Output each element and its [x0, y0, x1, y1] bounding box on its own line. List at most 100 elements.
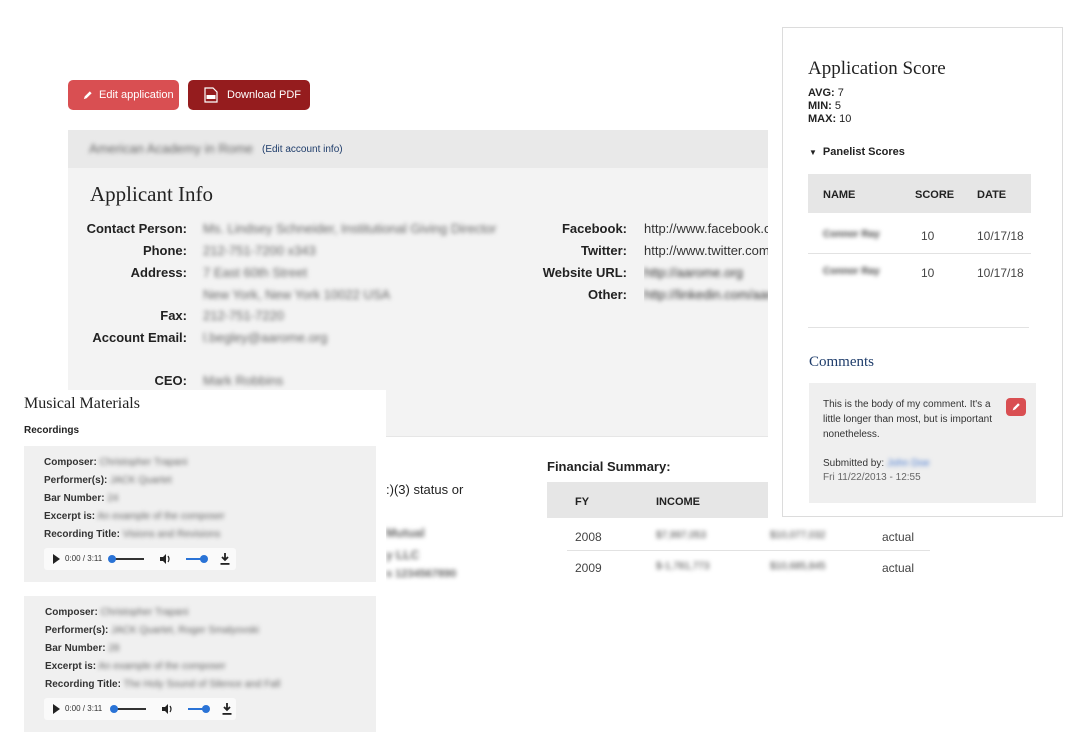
edit-application-button[interactable]: Edit application: [68, 80, 179, 110]
other-label: Other:: [588, 287, 627, 302]
ceo-label: CEO:: [154, 373, 188, 388]
submitted-by-label: Submitted by:: [823, 458, 885, 469]
website-link[interactable]: http://aarome.org: [644, 265, 743, 280]
score-header: SCORE: [915, 189, 955, 201]
account-email-label: Account Email:: [92, 330, 187, 345]
excerpt-row: Excerpt is: An example of the composer: [44, 511, 225, 522]
comment-date: Fri 11/22/2013 - 12:55: [823, 472, 921, 483]
fax-label: Fax:: [160, 308, 187, 323]
comments-title: Comments: [809, 354, 875, 370]
status-cell: actual: [882, 530, 915, 544]
bar-number-row: Bar Number: 28: [45, 643, 120, 654]
caret-down-icon: ▼: [809, 148, 817, 157]
audio-time: 0:00 / 3:11: [65, 704, 103, 713]
contact-person-value: Ms. Lindsey Schneider, Institutional Giv…: [203, 221, 497, 236]
excerpt-row: Excerpt is: An example of the composer: [45, 661, 226, 672]
recording-title-row: Recording Title: Visions and Revisions: [44, 529, 221, 540]
row-divider: [808, 253, 1031, 254]
status-cell: actual: [882, 561, 915, 575]
partial-line-3: s 1234567890: [386, 568, 457, 580]
submitted-by-line: Submitted by: John Doe: [823, 458, 930, 469]
min-stat: MIN: 5: [808, 100, 842, 112]
name-header: NAME: [823, 189, 856, 201]
links-column: http://www.facebook.com/aarome http://ww…: [644, 216, 768, 306]
address-line2-value: New York, New York 10022 USA: [203, 287, 391, 302]
download-icon[interactable]: [221, 702, 233, 716]
status-text: :)(3) status or: [386, 482, 464, 497]
volume-icon[interactable]: [160, 702, 174, 716]
composer-row: Composer: Christopher Trapani: [44, 457, 188, 468]
volume-knob[interactable]: [200, 555, 208, 563]
bar-number-row: Bar Number: 24: [44, 493, 119, 504]
download-pdf-button[interactable]: Download PDF: [188, 80, 310, 110]
recordings-heading: Recordings: [24, 425, 80, 436]
volume-knob[interactable]: [202, 705, 210, 713]
facebook-link[interactable]: http://www.facebook.com/aarome: [644, 221, 768, 236]
partial-line-1: Mutual: [386, 526, 425, 540]
panelist-score: 10: [921, 229, 935, 243]
address-line1-value: 7 East 60th Street: [203, 265, 308, 280]
volume-icon[interactable]: [158, 552, 172, 566]
expense-cell: $10,685,845: [770, 561, 826, 572]
audio-player: 0:00 / 3:11: [44, 698, 236, 720]
max-stat: MAX: 10: [808, 113, 852, 125]
seek-knob[interactable]: [110, 705, 118, 713]
audio-player: 0:00 / 3:11: [44, 548, 236, 570]
edit-comment-button[interactable]: [1006, 398, 1026, 416]
website-label: Website URL:: [542, 265, 627, 280]
pdf-file-icon: [204, 87, 218, 103]
composer-row: Composer: Christopher Trapani: [45, 607, 189, 618]
applicant-info-title: Applicant Info: [90, 182, 214, 206]
panelist-scores-toggle[interactable]: ▼ Panelist Scores: [809, 146, 905, 158]
date-header: DATE: [977, 189, 1007, 201]
partial-line-2: y LLC: [386, 548, 420, 562]
financial-summary-title: Financial Summary:: [547, 459, 671, 474]
section-divider: [808, 327, 1029, 328]
panelist-name: Connor Ray: [823, 229, 880, 240]
edit-application-label: Edit application: [99, 89, 174, 101]
expense-cell: $10,077,032: [770, 530, 826, 541]
panelist-date: 10/17/18: [977, 266, 1024, 280]
section-divider: [386, 436, 768, 437]
facebook-label: Facebook:: [561, 221, 627, 236]
avg-stat: AVG: 7: [808, 87, 844, 99]
income-cell: $-1,781,773: [656, 561, 710, 572]
panelist-score: 10: [921, 266, 935, 280]
pencil-icon: [83, 90, 92, 99]
twitter-label: Twitter:: [581, 243, 627, 258]
application-score-title: Application Score: [808, 58, 946, 79]
audio-time: 0:00 / 3:11: [65, 554, 103, 563]
performers-row: Performer(s): JACK Quartet, Roger Smalyo…: [45, 625, 259, 636]
fy-header: FY: [575, 496, 590, 508]
account-email-value: l.begley@aarome.org: [203, 330, 328, 345]
income-cell: $7,997,053: [656, 530, 707, 541]
seek-knob[interactable]: [108, 555, 116, 563]
comment-body: This is the body of my comment. It's a l…: [823, 399, 992, 440]
panelist-date: 10/17/18: [977, 229, 1024, 243]
submitted-by-user[interactable]: John Doe: [887, 458, 930, 469]
phone-value: 212-751-7200 x343: [203, 243, 316, 258]
recording-title-row: Recording Title: The Holy Sound of Silen…: [45, 679, 281, 690]
fy-cell: 2009: [575, 561, 602, 575]
play-icon[interactable]: [53, 704, 60, 714]
phone-label: Phone:: [142, 243, 187, 258]
musical-materials-title: Musical Materials: [24, 395, 140, 412]
download-pdf-label: Download PDF: [227, 89, 301, 101]
edit-account-link[interactable]: (Edit account info): [262, 144, 343, 155]
address-label: Address:: [130, 265, 187, 280]
row-divider: [567, 550, 930, 551]
pencil-icon: [1012, 403, 1020, 411]
panelist-scores-label: Panelist Scores: [822, 146, 905, 158]
organization-name: American Academy in Rome: [89, 141, 254, 156]
performers-row: Performer(s): JACK Quartet: [44, 475, 172, 486]
play-icon[interactable]: [53, 554, 60, 564]
fy-cell: 2008: [575, 530, 602, 544]
panelist-name: Connor Ray: [823, 266, 880, 277]
twitter-link[interactable]: http://www.twitter.com/aarome: [644, 243, 768, 258]
fax-value: 212-751-7220: [203, 308, 284, 323]
income-header: INCOME: [656, 496, 700, 508]
ceo-value: Mark Robbins: [203, 373, 284, 388]
download-icon[interactable]: [219, 552, 231, 566]
contact-person-label: Contact Person:: [86, 221, 187, 236]
other-link[interactable]: http://linkedin.com/aarome: [644, 287, 768, 302]
